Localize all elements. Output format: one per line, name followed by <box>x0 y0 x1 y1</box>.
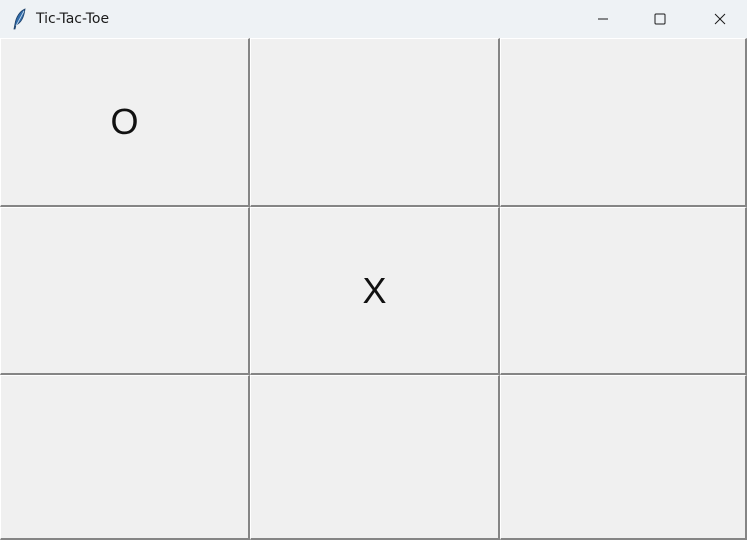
minimize-icon <box>597 13 609 25</box>
minimize-button[interactable] <box>580 0 626 38</box>
cell-1-0[interactable] <box>0 207 250 375</box>
cell-0-2[interactable] <box>500 38 747 207</box>
cell-1-2[interactable] <box>500 207 747 375</box>
cell-2-2[interactable] <box>500 375 747 540</box>
close-button[interactable] <box>697 0 743 38</box>
feather-icon <box>12 8 28 30</box>
close-icon <box>714 13 726 25</box>
maximize-button[interactable] <box>637 0 683 38</box>
maximize-icon <box>654 13 666 25</box>
cell-1-1[interactable]: X <box>250 207 500 375</box>
title-bar[interactable]: Tic-Tac-Toe <box>0 0 747 38</box>
cell-2-1[interactable] <box>250 375 500 540</box>
cell-0-0[interactable]: O <box>0 38 250 207</box>
game-board: O X <box>0 38 747 540</box>
tic-tac-toe-window: Tic-Tac-Toe O X <box>0 0 747 540</box>
window-title: Tic-Tac-Toe <box>36 11 110 27</box>
cell-0-1[interactable] <box>250 38 500 207</box>
cell-2-0[interactable] <box>0 375 250 540</box>
